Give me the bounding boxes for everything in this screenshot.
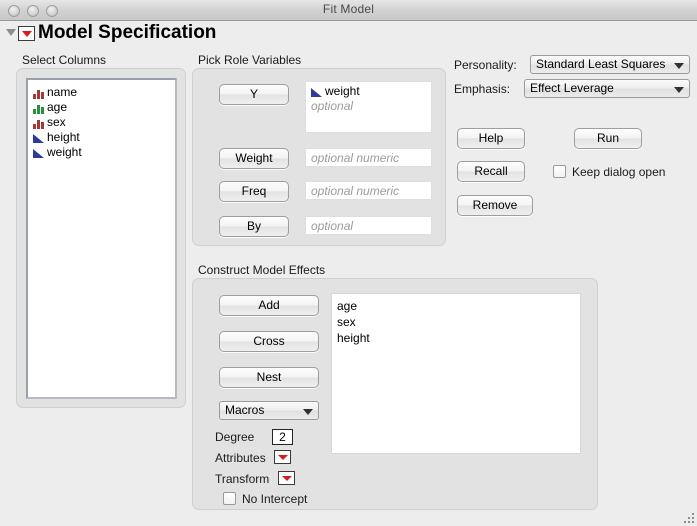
nominal-column-icon (33, 117, 47, 129)
ordinal-column-icon (33, 102, 47, 114)
select-columns-panel: name age sex height weight (16, 68, 186, 408)
freq-role-placeholder: optional numeric (311, 184, 400, 198)
red-triangle-menu-icon[interactable] (18, 26, 35, 41)
freq-role-button[interactable]: Freq (219, 181, 289, 202)
y-role-value[interactable]: weight (311, 84, 431, 99)
nominal-column-icon (33, 87, 47, 99)
list-item[interactable]: age (337, 298, 580, 314)
weight-role-button[interactable]: Weight (219, 148, 289, 169)
construct-model-effects-caption: Construct Model Effects (198, 263, 326, 277)
list-item[interactable]: height (337, 330, 580, 346)
help-button[interactable]: Help (457, 128, 525, 149)
chevron-down-icon (674, 63, 684, 69)
list-item[interactable]: height (33, 130, 175, 145)
degree-label: Degree (215, 430, 255, 444)
list-item[interactable]: sex (33, 115, 175, 130)
list-item[interactable]: sex (337, 314, 580, 330)
model-effects-list[interactable]: age sex height (331, 293, 581, 454)
run-button[interactable]: Run (574, 128, 642, 149)
select-columns-list[interactable]: name age sex height weight (26, 78, 177, 399)
chevron-down-icon (674, 87, 684, 93)
continuous-column-icon (311, 86, 325, 98)
by-role-placeholder: optional (311, 219, 354, 233)
list-item[interactable]: age (33, 100, 175, 115)
y-role-placeholder: optional (311, 99, 354, 113)
keep-dialog-open-label: Keep dialog open (572, 165, 666, 179)
resize-grip[interactable] (683, 512, 695, 524)
emphasis-label: Emphasis: (454, 82, 511, 96)
list-item-label: sex (47, 115, 66, 129)
no-intercept-checkbox[interactable] (223, 492, 236, 505)
macros-label: Macros (225, 403, 265, 417)
y-role-value-label: weight (325, 84, 360, 98)
page-title: Model Specification (38, 22, 217, 43)
window-titlebar: Fit Model (0, 0, 697, 21)
list-item[interactable]: weight (33, 145, 175, 160)
nest-effect-button[interactable]: Nest (219, 367, 319, 388)
by-role-button[interactable]: By (219, 216, 289, 237)
continuous-column-icon (33, 132, 47, 144)
disclosure-triangle-down-icon[interactable] (6, 29, 16, 36)
no-intercept-label: No Intercept (242, 492, 308, 506)
continuous-column-icon (33, 147, 47, 159)
window-title: Fit Model (322, 2, 375, 16)
freq-role-slot[interactable]: optional numeric (305, 181, 432, 200)
fit-model-dialog: Fit Model Model Specification Select Col… (0, 0, 697, 526)
weight-role-placeholder: optional numeric (311, 151, 400, 165)
select-columns-caption: Select Columns (22, 53, 107, 67)
list-item-label: weight (47, 145, 82, 159)
pick-role-variables-caption: Pick Role Variables (198, 53, 302, 67)
list-item[interactable]: name (33, 85, 175, 100)
personality-value: Standard Least Squares (536, 57, 666, 71)
cross-effect-button[interactable]: Cross (219, 331, 319, 352)
keep-dialog-open-checkbox[interactable] (553, 165, 566, 178)
personality-dropdown[interactable]: Standard Least Squares (530, 55, 690, 74)
emphasis-value: Effect Leverage (530, 81, 614, 95)
y-role-button[interactable]: Y (219, 84, 289, 105)
attributes-menu-icon[interactable] (274, 450, 291, 464)
list-item-label: height (47, 130, 80, 144)
add-effect-button[interactable]: Add (219, 295, 319, 316)
weight-role-slot[interactable]: optional numeric (305, 148, 432, 167)
construct-model-effects-panel: Add Cross Nest Macros Degree 2 Attribute… (192, 278, 598, 510)
model-specification-header: Model Specification (0, 21, 697, 49)
chevron-down-icon (303, 409, 313, 415)
y-role-slot[interactable]: weight optional (305, 81, 432, 133)
pick-role-variables-panel: Y weight optional Weight optional numeri… (192, 68, 446, 246)
list-item-label: name (47, 85, 78, 99)
emphasis-dropdown[interactable]: Effect Leverage (524, 79, 690, 98)
transform-label: Transform (215, 472, 270, 486)
recall-button[interactable]: Recall (457, 161, 525, 182)
personality-label: Personality: (454, 58, 517, 72)
transform-menu-icon[interactable] (278, 471, 295, 485)
macros-dropdown[interactable]: Macros (219, 401, 319, 420)
list-item-label: age (47, 100, 68, 114)
by-role-slot[interactable]: optional (305, 216, 432, 235)
remove-button[interactable]: Remove (457, 195, 533, 216)
attributes-label: Attributes (215, 451, 266, 465)
degree-stepper[interactable]: 2 (272, 429, 293, 445)
